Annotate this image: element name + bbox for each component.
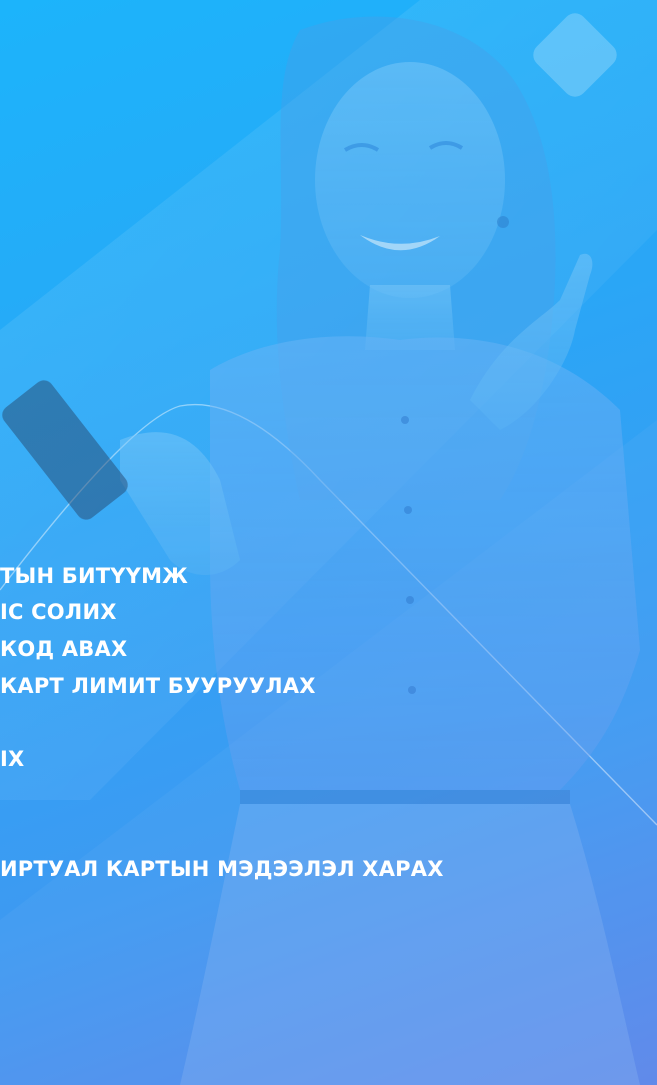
features-list: ТЫН БИТҮҮМЖ ІС СОЛИХ КОД АВАХ КАРТ ЛИМИТ…: [0, 0, 657, 1085]
feature-item-reduce-limit[interactable]: КАРТ ЛИМИТ БУУРУУЛАХ: [0, 673, 316, 699]
feature-item-card-security[interactable]: ТЫН БИТҮҮМЖ: [0, 563, 188, 589]
feature-item-get-code[interactable]: КОД АВАХ: [0, 636, 127, 662]
feature-item-view-virtual-card[interactable]: ИРТУАЛ КАРТЫН МЭДЭЭЛЭЛ ХАРАХ: [0, 856, 444, 882]
feature-item-5[interactable]: ІХ: [0, 746, 24, 772]
hero-banner: ТЫН БИТҮҮМЖ ІС СОЛИХ КОД АВАХ КАРТ ЛИМИТ…: [0, 0, 657, 1085]
feature-item-change-pin[interactable]: ІС СОЛИХ: [0, 599, 117, 625]
